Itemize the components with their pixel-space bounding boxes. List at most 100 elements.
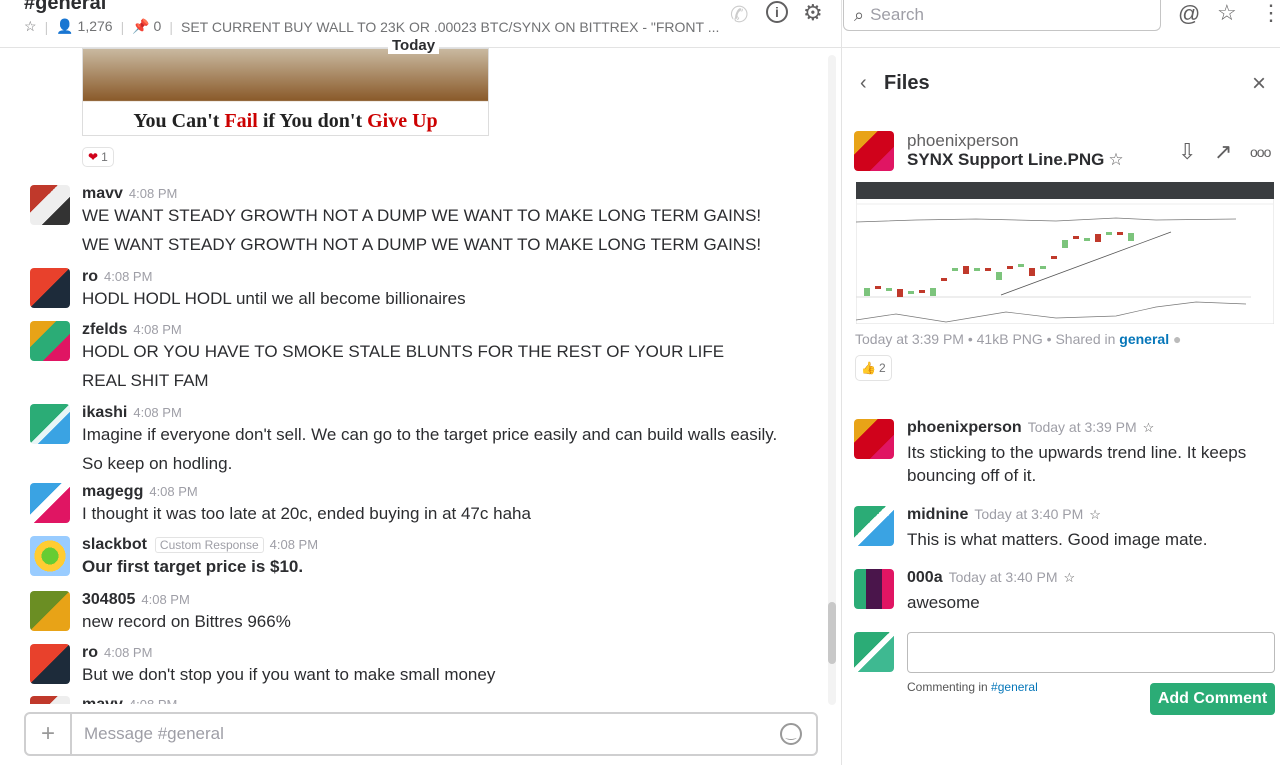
heart-reaction[interactable]: ❤ 1 (82, 147, 114, 167)
message-time[interactable]: 4:08 PM (133, 405, 181, 420)
message-author[interactable]: ro (82, 644, 98, 662)
message-text: HODL OR YOU HAVE TO SMOKE STALE BLUNTS F… (82, 342, 725, 361)
avatar[interactable] (30, 185, 70, 225)
thumbnail-candle (1073, 236, 1079, 239)
channel-status-icon: ● (1173, 331, 1182, 347)
scrollbar-thumb[interactable] (828, 602, 836, 664)
day-divider: Today (388, 37, 440, 54)
message-time[interactable]: 4:08 PM (104, 645, 152, 660)
message-author[interactable]: mavv (82, 185, 123, 203)
comment-author[interactable]: midnine (907, 506, 968, 524)
star-icon[interactable]: ☆ (24, 18, 37, 35)
thumbnail-candle (1007, 266, 1013, 269)
channel-title: #general (24, 0, 107, 14)
message-author[interactable]: ikashi (82, 404, 127, 422)
files-pane: ‹ Files × phoenixperson SYNX Support Lin… (841, 0, 1280, 765)
message-time[interactable]: 4:08 PM (141, 592, 189, 607)
reaction-count: 2 (878, 361, 886, 375)
thumbnail-candle (886, 288, 892, 291)
comment-author[interactable]: 000a (907, 569, 943, 587)
message-time[interactable]: 4:08 PM (149, 484, 197, 499)
message-author[interactable]: 304805 (82, 591, 135, 609)
comment-text: bouncing off of it. (907, 466, 1037, 485)
thumbnail-candle (1040, 266, 1046, 269)
message-header: magegg 4:08 PM (82, 483, 198, 501)
add-comment-button[interactable]: Add Comment (1150, 683, 1275, 715)
shared-channel-link[interactable]: general (1119, 331, 1169, 347)
close-icon[interactable]: × (1252, 70, 1266, 98)
thumbnail-candle (952, 268, 958, 271)
more-actions-icon[interactable]: ooo (1250, 144, 1271, 160)
channel-topic[interactable]: SET CURRENT BUY WALL TO 23K OR .00023 BT… (181, 19, 719, 35)
open-external-icon[interactable]: ↗ (1214, 139, 1232, 165)
heart-icon: ❤ (88, 150, 99, 164)
message-author[interactable]: zfelds (82, 321, 127, 339)
star-icon[interactable]: ☆ (1064, 570, 1076, 586)
file-name[interactable]: SYNX Support Line.PNG (907, 150, 1104, 170)
info-icon[interactable]: i (766, 1, 788, 23)
members-count[interactable]: 👤 1,276 (56, 18, 112, 35)
message-composer[interactable]: + Message #general ‿ (24, 712, 818, 756)
thumbnail-candle (897, 289, 903, 297)
thumbs-up-reaction[interactable]: 👍 2 (855, 355, 892, 381)
comment-time: Today at 3:40 PM (974, 506, 1084, 522)
shared-image[interactable]: You Can't Fail if You don't Give Up (82, 48, 489, 136)
avatar[interactable] (30, 321, 70, 361)
avatar[interactable] (30, 644, 70, 684)
avatar[interactable] (30, 404, 70, 444)
plus-icon[interactable]: + (26, 714, 72, 754)
avatar[interactable] (854, 131, 894, 171)
file-thumbnail[interactable] (856, 182, 1274, 324)
file-owner[interactable]: phoenixperson (907, 131, 1019, 151)
thumbnail-candle (1062, 240, 1068, 248)
comment-author[interactable]: phoenixperson (907, 419, 1022, 437)
thumbnail-candle (864, 288, 870, 296)
star-icon[interactable]: ☆ (1108, 150, 1123, 170)
avatar[interactable] (30, 483, 70, 523)
message-time[interactable]: 4:08 PM (133, 322, 181, 337)
separator: | (169, 18, 173, 35)
avatar[interactable] (854, 506, 894, 546)
message-text: WE WANT STEADY GROWTH NOT A DUMP WE WANT… (82, 206, 762, 225)
message-author[interactable]: magegg (82, 483, 143, 501)
message-input[interactable]: Message #general (72, 724, 780, 744)
thumbnail-candle (1106, 232, 1112, 235)
download-icon[interactable]: ⇩ (1178, 139, 1196, 165)
thumbnail-candle (974, 268, 980, 271)
comment-text: awesome (907, 593, 980, 612)
channel-link[interactable]: #general (991, 680, 1038, 694)
message-time[interactable]: 4:08 PM (270, 537, 318, 552)
message-text: Our first target price is $10. (82, 557, 304, 576)
message-author[interactable]: ro (82, 268, 98, 286)
comment-header: phoenixperson Today at 3:39 PM ☆ (907, 419, 1154, 437)
comment-input[interactable] (907, 632, 1275, 673)
message-text: new record on Bittres 966% (82, 612, 291, 631)
comment-header: midnine Today at 3:40 PM ☆ (907, 506, 1101, 524)
pins-count[interactable]: 📌 0 (132, 18, 161, 35)
avatar[interactable] (30, 268, 70, 308)
thumbnail-candle (1051, 256, 1057, 259)
current-user-avatar (854, 632, 894, 672)
avatar[interactable] (854, 419, 894, 459)
phone-icon[interactable]: ✆ (730, 2, 748, 28)
thumbnail-toolbar (856, 182, 1274, 199)
back-icon[interactable]: ‹ (860, 72, 867, 95)
thumbnail-candle (908, 291, 914, 294)
thumbnail-candle (963, 266, 969, 274)
avatar[interactable] (30, 536, 70, 576)
thumbnail-candle (919, 290, 925, 293)
avatar[interactable] (30, 591, 70, 631)
member-icon: 👤 (56, 18, 74, 34)
avatar[interactable] (854, 569, 894, 609)
message-text: So keep on hodling. (82, 454, 233, 473)
emoji-icon[interactable]: ‿ (780, 723, 802, 745)
reaction-count: 1 (101, 150, 108, 164)
star-icon[interactable]: ☆ (1089, 507, 1101, 523)
message-time[interactable]: 4:08 PM (104, 269, 152, 284)
gear-icon[interactable]: ⚙ (803, 0, 823, 26)
comment-text: This is what matters. Good image mate. (907, 530, 1208, 549)
message-author[interactable]: slackbot (82, 536, 147, 554)
message-time[interactable]: 4:08 PM (129, 186, 177, 201)
message-header: ro 4:08 PM (82, 268, 152, 286)
star-icon[interactable]: ☆ (1143, 420, 1155, 436)
